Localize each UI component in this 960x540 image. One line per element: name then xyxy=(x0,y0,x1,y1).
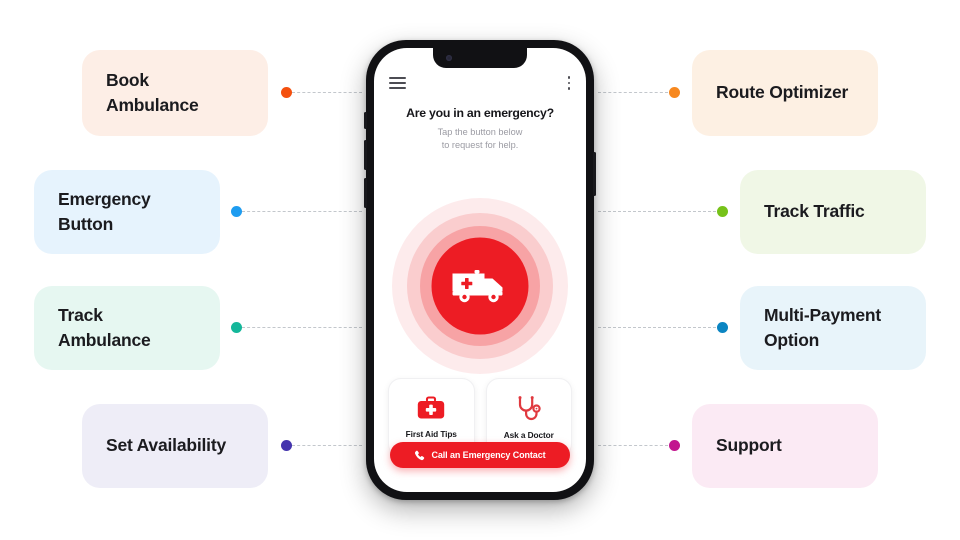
quick-action-label: First Aid Tips xyxy=(405,429,457,439)
phone-volume-down-button xyxy=(364,178,367,208)
feature-card-label: Route Optimizer xyxy=(716,82,849,103)
app-top-bar xyxy=(374,74,586,92)
emergency-request-button[interactable] xyxy=(431,237,529,335)
phone-volume-up-button xyxy=(364,140,367,170)
diagram-canvas: Book Ambulance Emergency Button Track Ambu… xyxy=(0,0,960,540)
emergency-button-ripple xyxy=(392,198,568,374)
phone-icon xyxy=(415,450,425,460)
connector-dot-support xyxy=(669,440,680,451)
connector-dot-route-optimizer xyxy=(669,87,680,98)
connector-line-track-ambulance xyxy=(242,327,362,328)
phone-screen: Are you in an emergency? Tap the button … xyxy=(374,48,586,492)
feature-card-support[interactable]: Support xyxy=(692,404,878,488)
ambulance-icon xyxy=(452,269,502,302)
screen-heading: Are you in an emergency? xyxy=(406,106,554,120)
connector-line-route-optimizer xyxy=(598,92,668,93)
connector-line-book-ambulance xyxy=(292,92,362,93)
connector-line-track-traffic xyxy=(598,211,716,212)
connector-line-set-availability xyxy=(292,445,362,446)
connector-dot-emergency-button xyxy=(231,206,242,217)
feature-card-label: Emergency Button xyxy=(58,188,151,234)
feature-card-label: Book Ambulance xyxy=(106,69,199,115)
feature-card-label: Multi-Payment Option xyxy=(764,304,881,350)
front-camera-icon xyxy=(446,55,452,61)
connector-dot-track-traffic xyxy=(717,206,728,217)
first-aid-kit-icon xyxy=(418,396,445,419)
feature-card-track-ambulance[interactable]: Track Ambulance xyxy=(34,286,220,370)
feature-card-label: Support xyxy=(716,435,782,456)
connector-dot-multi-payment-option xyxy=(717,322,728,333)
phone-power-button xyxy=(593,152,596,196)
connector-line-multi-payment-option xyxy=(598,327,716,328)
feature-card-set-availability[interactable]: Set Availability xyxy=(82,404,268,488)
feature-card-label: Set Availability xyxy=(106,435,226,456)
feature-card-label: Track Ambulance xyxy=(58,304,151,350)
hamburger-menu-icon[interactable] xyxy=(389,76,406,90)
connector-dot-track-ambulance xyxy=(231,322,242,333)
phone-mockup: Are you in an emergency? Tap the button … xyxy=(364,40,596,500)
feature-card-book-ambulance[interactable]: Book Ambulance xyxy=(82,50,268,136)
feature-card-multi-payment-option[interactable]: Multi-Payment Option xyxy=(740,286,926,370)
feature-card-track-traffic[interactable]: Track Traffic xyxy=(740,170,926,254)
feature-card-route-optimizer[interactable]: Route Optimizer xyxy=(692,50,878,136)
quick-action-label: Ask a Doctor xyxy=(503,429,554,440)
connector-line-emergency-button xyxy=(242,211,362,212)
connector-line-support xyxy=(598,445,668,446)
kebab-menu-icon[interactable] xyxy=(567,76,571,90)
phone-notch xyxy=(433,48,527,68)
phone-silent-switch xyxy=(364,112,367,129)
feature-card-label: Track Traffic xyxy=(764,201,865,222)
call-button-label: Call an Emergency Contact xyxy=(431,450,546,460)
stethoscope-icon xyxy=(518,395,541,420)
connector-dot-book-ambulance xyxy=(281,87,292,98)
feature-card-emergency-button[interactable]: Emergency Button xyxy=(34,170,220,254)
screen-subheading: Tap the button below to request for help… xyxy=(437,127,523,151)
call-emergency-contact-button[interactable]: Call an Emergency Contact xyxy=(390,442,570,468)
connector-dot-set-availability xyxy=(281,440,292,451)
